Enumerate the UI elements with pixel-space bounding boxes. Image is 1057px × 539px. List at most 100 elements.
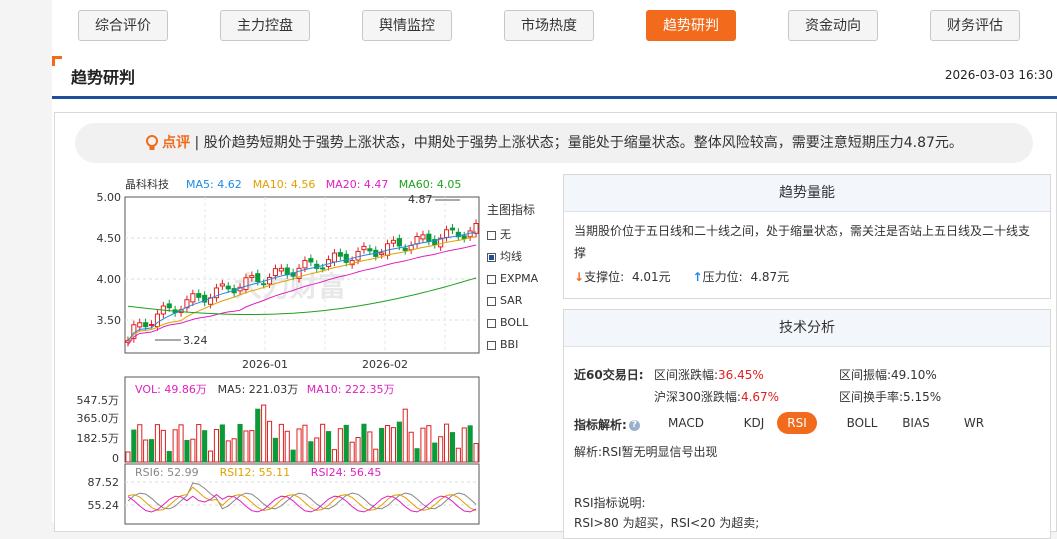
ma-legend: MA60: 4.05 xyxy=(399,178,462,191)
candle xyxy=(320,267,326,270)
tech-analysis-panel: 技术分析 近60交易日: 区间涨跌幅:36.45% 区间振幅:49.10% 沪深… xyxy=(563,309,1051,539)
help-icon[interactable]: ? xyxy=(628,420,640,431)
tab-comprehensive[interactable]: 综合评价 xyxy=(78,10,168,41)
volume-bar xyxy=(196,424,202,463)
tab-wr[interactable]: WR xyxy=(954,412,994,434)
candle xyxy=(355,250,361,261)
volume-bar xyxy=(290,449,296,463)
volume-bar xyxy=(160,429,166,463)
checkbox-icon[interactable] xyxy=(487,296,496,306)
volume-bar xyxy=(308,441,314,463)
arrow-up-icon: ↑ xyxy=(692,270,703,284)
trend-panel-title: 趋势量能 xyxy=(564,175,1050,212)
candle xyxy=(143,322,149,328)
ma-legend: MA20: 4.47 xyxy=(326,178,389,191)
support-pressure-row: ↓支撑位: 4.01元 ↑压力位: 4.87元 xyxy=(564,264,1050,285)
volume-bar xyxy=(390,427,397,463)
candle xyxy=(190,293,196,303)
tab-market-heat[interactable]: 市场热度 xyxy=(504,10,594,41)
candle xyxy=(379,252,385,256)
candle xyxy=(243,277,249,291)
tab-macd[interactable]: MACD xyxy=(666,412,706,434)
candle xyxy=(284,267,290,276)
candle xyxy=(367,248,373,252)
volume-bar xyxy=(426,425,432,463)
stock-name: 晶科科技 xyxy=(125,177,169,191)
candle xyxy=(154,313,161,328)
comment-bar: 点评 | 股价趋势短期处于强势上涨状态，中期处于强势上涨状态；量能处于缩量状态。… xyxy=(75,123,1033,163)
volume-bar xyxy=(207,450,214,463)
candle xyxy=(390,239,397,244)
checkbox-icon[interactable] xyxy=(487,340,496,350)
range-change-label: 区间涨跌幅: xyxy=(654,368,719,382)
hs300-value: 4.67% xyxy=(740,390,780,404)
tab-boll[interactable]: BOLL xyxy=(840,412,884,434)
candle xyxy=(308,258,314,263)
volume-bar xyxy=(355,437,361,463)
candle xyxy=(420,234,426,240)
volume-bar xyxy=(320,423,326,463)
bulb-icon xyxy=(146,135,159,150)
vol-axis-label: 182.5万 xyxy=(77,432,120,445)
rsi-analysis: 解析:RSI暂无明显信号出现 xyxy=(574,445,718,459)
tab-main-control[interactable]: 主力控盘 xyxy=(220,10,310,41)
x-axis-label: 2026-02 xyxy=(362,358,408,371)
indicator-sar[interactable]: SAR xyxy=(487,290,538,312)
tech-panel-title: 技术分析 xyxy=(564,310,1050,347)
rsi-explain-title: RSI指标说明: xyxy=(574,496,646,510)
candle xyxy=(272,268,279,277)
candle xyxy=(408,244,414,251)
volume-bar xyxy=(284,430,290,463)
candle xyxy=(402,247,408,251)
ma-legend: MA10: 4.56 xyxy=(253,178,316,191)
indicator-label: BBI xyxy=(500,338,519,351)
indicator-expma[interactable]: EXPMA xyxy=(487,268,538,290)
tab-fund-flow[interactable]: 资金动向 xyxy=(788,10,878,41)
tab-bias[interactable]: BIAS xyxy=(896,412,936,434)
section-divider xyxy=(52,96,1057,99)
candle xyxy=(337,252,343,257)
tab-financial[interactable]: 财务评估 xyxy=(930,10,1020,41)
pressure-value: 4.87元 xyxy=(750,270,790,284)
checkbox-icon[interactable] xyxy=(487,274,496,284)
volume-bar xyxy=(184,439,190,463)
hs300-label: 沪深300涨跌幅: xyxy=(654,390,741,404)
range-change-value: 36.45% xyxy=(718,368,764,382)
volume-bar xyxy=(190,438,196,463)
indicator-label: 无 xyxy=(500,228,511,241)
candle xyxy=(396,238,402,247)
volume-bar xyxy=(420,427,426,463)
volume-bar xyxy=(473,443,479,463)
tab-kdj[interactable]: KDJ xyxy=(734,412,774,434)
y-axis-label: 4.50 xyxy=(97,232,122,245)
candle xyxy=(196,293,202,298)
indicator-title: 主图指标 xyxy=(487,203,536,217)
indicator-label: BOLL xyxy=(500,316,529,329)
stock-chart: 5.00 4.50 4.00 3.50 2026-01 2026-02 晶科科技 MA5: 4… xyxy=(77,177,480,525)
volume-bar xyxy=(325,431,332,463)
vol-legend: MA5: 221.03万 xyxy=(218,383,299,396)
tab-rsi[interactable]: RSI xyxy=(777,412,817,434)
rsi-legend: RSI6: 52.99 xyxy=(135,466,199,479)
tab-sentiment[interactable]: 舆情监控 xyxy=(362,10,452,41)
volume-bar xyxy=(296,428,302,463)
candle xyxy=(443,229,450,238)
candle xyxy=(137,322,143,328)
volume-bar xyxy=(166,451,172,463)
volume-bar xyxy=(249,430,255,463)
candle xyxy=(361,245,367,251)
section-datetime: 2026-03-03 16:30 xyxy=(944,68,1053,82)
volume-bar xyxy=(302,424,308,463)
volume-bar xyxy=(384,425,391,463)
volume-bar xyxy=(414,448,420,463)
indicator-ma[interactable]: 均线 xyxy=(487,246,538,268)
checkbox-checked-icon[interactable] xyxy=(487,252,496,262)
checkbox-icon[interactable] xyxy=(487,230,496,240)
volume-bar xyxy=(337,428,343,463)
checkbox-icon[interactable] xyxy=(487,318,496,328)
support-value: 4.01元 xyxy=(631,270,671,284)
indicator-boll[interactable]: BOLL xyxy=(487,312,538,334)
tab-trend[interactable]: 趋势研判 xyxy=(646,10,736,41)
indicator-none[interactable]: 无 xyxy=(487,224,538,246)
indicator-bbi[interactable]: BBI xyxy=(487,334,538,356)
